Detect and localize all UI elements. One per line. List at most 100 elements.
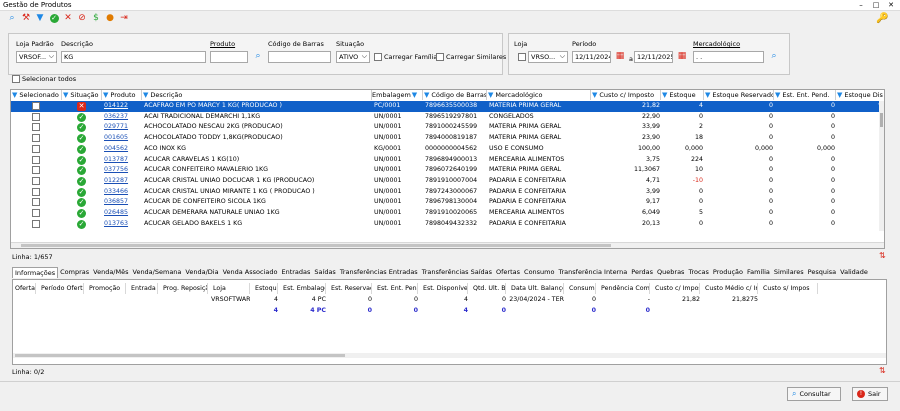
descricao-input[interactable]: KG: [61, 51, 206, 63]
table-row[interactable]: ✓ 037756 ACUCAR CONFEITEIRO MAVALERIO 1KG U…: [11, 165, 884, 176]
filter-icon[interactable]: ▼: [424, 91, 429, 99]
loja-padrao-select[interactable]: VRSOF...: [16, 51, 57, 63]
table-row[interactable]: ✓ 033466 ACUCAR CRISTAL UNIAO MIRANTE 1 KG…: [11, 187, 884, 198]
filter-icon[interactable]: ▼: [143, 91, 148, 99]
info-header-cell[interactable]: Custo c/ Imposto: [653, 283, 700, 294]
info-header-cell[interactable]: Data Ult. Balanço: [509, 283, 564, 294]
cell-produto[interactable]: 001605: [104, 133, 144, 144]
periodo-start-input[interactable]: 12/11/2024: [572, 51, 611, 63]
filter-icon[interactable]: ▼: [662, 91, 667, 99]
tab-perdas[interactable]: Perdas: [629, 267, 655, 278]
filter-icon[interactable]: ▼: [488, 91, 493, 99]
horizontal-scrollbar[interactable]: [11, 242, 884, 248]
tab-consumo[interactable]: Consumo: [522, 267, 556, 278]
info-header-cell[interactable]: Consumo: [567, 283, 596, 294]
header-est-ent-pend[interactable]: ▼ Est. Ent. Pend.: [774, 90, 836, 100]
filter-icon[interactable]: ▼: [592, 91, 597, 99]
tab-compras[interactable]: Compras: [58, 267, 91, 278]
table-row[interactable]: ✕ 014122 ACAFRAO EM PO MARCY 1 KG( PRODUCA…: [11, 100, 884, 112]
filter-icon[interactable]: ▼: [103, 91, 108, 99]
header-situacao[interactable]: ▼ Situação: [62, 90, 102, 100]
tab-validade[interactable]: Validade: [838, 267, 870, 278]
header-selecionado[interactable]: ▼ Selecionado: [11, 90, 62, 100]
row-select-checkbox[interactable]: [32, 155, 40, 164]
sort-icon[interactable]: ⇅: [879, 366, 886, 375]
header-estoque[interactable]: ▼ Estoque: [661, 90, 704, 100]
tab-quebras[interactable]: Quebras: [655, 267, 686, 278]
info-header-cell[interactable]: Entrada: [129, 283, 158, 294]
row-select-checkbox[interactable]: [32, 187, 40, 196]
calendar-icon[interactable]: ▦: [614, 50, 626, 62]
money-icon[interactable]: $: [90, 12, 102, 24]
cell-produto[interactable]: 004562: [104, 144, 144, 155]
produto-input[interactable]: [210, 51, 248, 63]
cell-produto[interactable]: 014122: [104, 101, 144, 112]
info-header-cell[interactable]: Promoção: [87, 283, 126, 294]
calendar-icon[interactable]: ▦: [676, 50, 688, 62]
info-header-cell[interactable]: Est. Reservado: [329, 283, 372, 294]
mercadologico-label[interactable]: Mercadológico: [693, 40, 740, 48]
loja-checkbox[interactable]: [518, 53, 526, 61]
coin-icon[interactable]: ●: [104, 12, 116, 24]
minimize-button[interactable]: –: [856, 1, 866, 9]
header-estoque-disponivel[interactable]: ▼ Estoque Dis: [836, 90, 884, 100]
filter-icon[interactable]: ▼: [837, 91, 842, 99]
key-icon[interactable]: 🔑: [876, 13, 888, 24]
tab-transferencia-interna[interactable]: Transferência Interna: [556, 267, 629, 278]
cell-produto[interactable]: 029771: [104, 122, 144, 133]
tab-familia[interactable]: Família: [745, 267, 772, 278]
filter-icon[interactable]: ▼: [705, 91, 710, 99]
consultar-button[interactable]: ⌕ Consultar: [787, 387, 841, 401]
row-select-checkbox[interactable]: [32, 198, 40, 207]
tab-entradas[interactable]: Entradas: [279, 267, 312, 278]
table-row[interactable]: ✓ 013787 ACUCAR CARAVELAS 1 KG(10) UN/0001 7…: [11, 155, 884, 166]
carregar-familia-checkbox[interactable]: [374, 53, 382, 61]
table-row[interactable]: ✓ 004562 ACO INOX KG KG/0001 0000000004562 US…: [11, 144, 884, 155]
mercadologico-input[interactable]: . .: [693, 51, 764, 63]
cell-produto[interactable]: 033466: [104, 187, 144, 198]
tab-pesquisa[interactable]: Pesquisa: [806, 267, 839, 278]
header-custo[interactable]: ▼ Custo c/ Imposto: [591, 90, 661, 100]
vertical-scrollbar[interactable]: [879, 101, 884, 231]
selecionar-todos-checkbox[interactable]: [12, 75, 20, 83]
info-header-cell[interactable]: Prog. Reposição: [161, 283, 208, 294]
row-select-checkbox[interactable]: [32, 219, 40, 228]
loja-select[interactable]: VRSO...: [528, 51, 568, 63]
export-icon[interactable]: ⇥: [118, 12, 130, 24]
header-descricao[interactable]: ▼ Descrição: [142, 90, 372, 100]
maximize-button[interactable]: □: [871, 1, 881, 9]
info-header-cell[interactable]: Período Oferta: [39, 283, 84, 294]
row-select-checkbox[interactable]: [32, 166, 40, 175]
check-icon[interactable]: ✓: [48, 12, 60, 24]
row-select-checkbox[interactable]: [32, 123, 40, 132]
info-header-cell[interactable]: Est. Ent. Pend.: [375, 283, 418, 294]
tab-similares[interactable]: Similares: [772, 267, 806, 278]
close-button[interactable]: ✕: [886, 1, 896, 9]
tab-transferencias-entradas[interactable]: Transferências Entradas: [338, 267, 420, 278]
cell-produto[interactable]: 037756: [104, 165, 144, 176]
tab-venda-associado[interactable]: Venda Associado: [221, 267, 280, 278]
periodo-end-input[interactable]: 12/11/2025: [634, 51, 673, 63]
situacao-select[interactable]: ATIVO: [336, 51, 370, 63]
cell-produto[interactable]: 013787: [104, 155, 144, 166]
header-mercadologico[interactable]: ▼ Mercadológico: [487, 90, 591, 100]
filter-icon[interactable]: ▼: [34, 12, 46, 24]
carregar-similares-checkbox[interactable]: [436, 53, 444, 61]
filter-icon[interactable]: ▼: [775, 91, 780, 99]
mercadologico-search-icon[interactable]: ⌕: [768, 50, 780, 62]
sair-button[interactable]: ! Sair: [852, 387, 888, 401]
cell-produto[interactable]: 026485: [104, 208, 144, 219]
info-header-cell[interactable]: Loja: [211, 283, 250, 294]
table-row[interactable]: ✓ 012287 ACUCAR CRISTAL UNIAO DOCUCAR 1 KG…: [11, 176, 884, 187]
row-select-checkbox[interactable]: [32, 134, 40, 143]
sort-icon[interactable]: ⇅: [879, 251, 886, 260]
header-produto[interactable]: ▼ Produto: [102, 90, 142, 100]
row-select-checkbox[interactable]: [32, 102, 40, 110]
info-header-cell[interactable]: Qtd. Ult. Bal.: [471, 283, 506, 294]
produto-search-icon[interactable]: ⌕: [252, 50, 264, 62]
tab-saidas[interactable]: Saídas: [312, 267, 337, 278]
row-select-checkbox[interactable]: [32, 209, 40, 217]
row-select-checkbox[interactable]: [32, 112, 40, 121]
tab-transferencias-saidas[interactable]: Transferências Saídas: [420, 267, 494, 278]
produto-label[interactable]: Produto: [210, 40, 235, 48]
